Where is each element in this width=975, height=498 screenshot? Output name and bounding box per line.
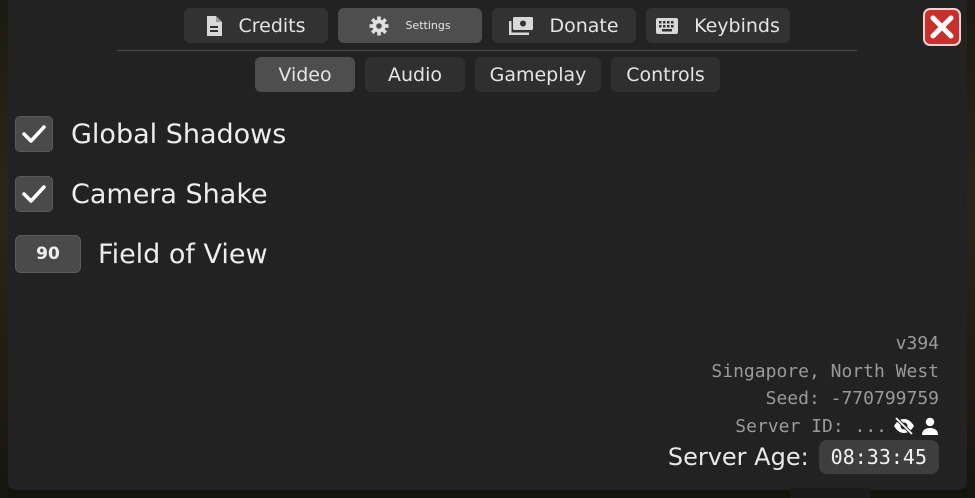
- server-id-text: Server ID: ...: [735, 415, 887, 437]
- tab-donate-label: Donate: [549, 14, 619, 37]
- region-text: Singapore, North West: [711, 360, 939, 382]
- camera-shake-label: Camera Shake: [71, 178, 268, 210]
- version-text: v394: [895, 333, 939, 354]
- setting-global-shadows: Global Shadows: [15, 116, 286, 152]
- global-shadows-checkbox[interactable]: [15, 116, 53, 152]
- camera-shake-checkbox[interactable]: [15, 176, 53, 212]
- tab-divider: [117, 50, 857, 51]
- keyboard-icon: [656, 17, 679, 34]
- document-icon: [206, 15, 223, 36]
- setting-camera-shake: Camera Shake: [15, 176, 268, 212]
- gear-icon: [369, 16, 389, 36]
- server-age-label: Server Age:: [667, 443, 809, 471]
- server-age-value: 08:33:45: [818, 440, 939, 474]
- close-button[interactable]: [923, 8, 961, 46]
- tab-settings[interactable]: Settings: [338, 8, 482, 43]
- tab-settings-label: Settings: [405, 19, 451, 32]
- background-strip: [790, 488, 870, 498]
- seed-text: Seed: -770799759: [765, 388, 939, 409]
- subtab-gameplay[interactable]: Gameplay: [475, 57, 601, 92]
- tab-keybinds-label: Keybinds: [694, 14, 780, 37]
- server-id-row: Server ID: ...: [711, 413, 939, 441]
- subtab-video[interactable]: Video: [255, 57, 355, 92]
- eye-off-icon[interactable]: [893, 417, 915, 436]
- server-info: v394 Singapore, North West Seed: -770799…: [711, 330, 939, 440]
- tab-credits-label: Credits: [238, 14, 306, 37]
- server-age: Server Age: 08:33:45: [668, 440, 939, 474]
- background-right-edge: [967, 0, 975, 498]
- sub-tab-bar: Video Audio Gameplay Controls: [255, 57, 720, 92]
- checkmark-icon: [21, 183, 47, 205]
- close-icon: [930, 15, 954, 39]
- subtab-controls[interactable]: Controls: [611, 57, 720, 92]
- checkmark-icon: [21, 123, 47, 145]
- setting-field-of-view: Field of View: [15, 235, 268, 273]
- tab-donate[interactable]: Donate: [492, 8, 636, 43]
- background-left-edge: [0, 0, 8, 498]
- tab-keybinds[interactable]: Keybinds: [646, 8, 790, 43]
- money-icon: [509, 16, 534, 35]
- field-of-view-label: Field of View: [98, 238, 268, 270]
- subtab-audio[interactable]: Audio: [365, 57, 465, 92]
- field-of-view-input[interactable]: [15, 235, 81, 273]
- top-tab-bar: Credits Settings Donate Keybinds: [184, 8, 790, 43]
- tab-credits[interactable]: Credits: [184, 8, 328, 43]
- global-shadows-label: Global Shadows: [71, 118, 287, 150]
- person-icon[interactable]: [921, 417, 939, 436]
